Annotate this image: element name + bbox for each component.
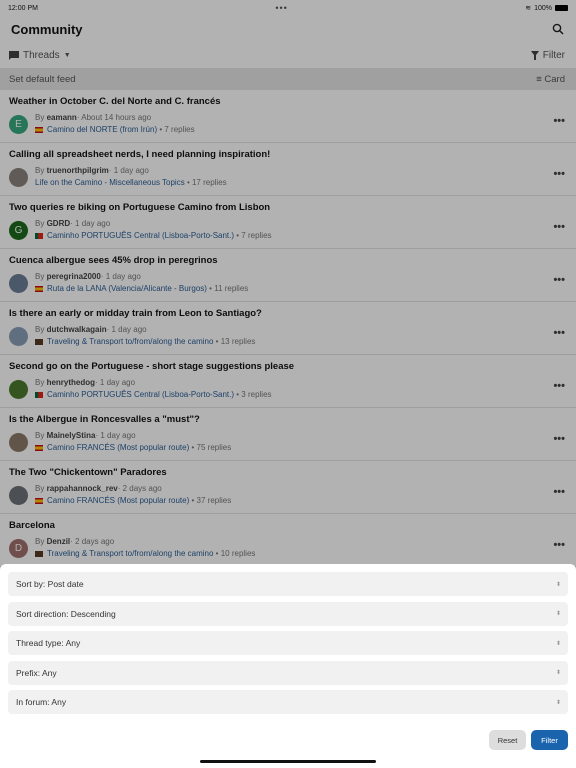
filter-select[interactable]: In forum: Any ⬍: [8, 690, 568, 714]
filter-select[interactable]: Sort direction: Descending ⬍: [8, 601, 568, 626]
filter-select-value: Sort by: Post date: [16, 579, 84, 589]
up-down-chevron-icon: ⬍: [555, 699, 561, 706]
up-down-chevron-icon: ⬍: [555, 670, 561, 676]
filter-select-value: Thread type: Any: [16, 638, 81, 648]
up-down-chevron-icon: ⬍: [555, 581, 561, 588]
filter-select-value: Sort direction: Descending: [16, 608, 116, 619]
filter-select-value: In forum: Any: [16, 697, 67, 707]
filter-select[interactable]: Thread type: Any ⬍: [8, 631, 568, 655]
filter-select[interactable]: Sort by: Post date ⬍: [8, 572, 568, 596]
reset-button[interactable]: Reset: [489, 730, 526, 750]
filter-sheet: Sort by: Post date ⬍ Sort direction: Desce…: [0, 564, 576, 768]
filter-select[interactable]: Prefix: Any ⬍: [8, 660, 568, 685]
home-indicator: [200, 760, 376, 763]
up-down-chevron-icon: ⬍: [555, 611, 561, 617]
filter-select-value: Prefix: Any: [16, 667, 57, 678]
up-down-chevron-icon: ⬍: [555, 640, 561, 647]
apply-filter-button[interactable]: Filter: [531, 730, 568, 750]
